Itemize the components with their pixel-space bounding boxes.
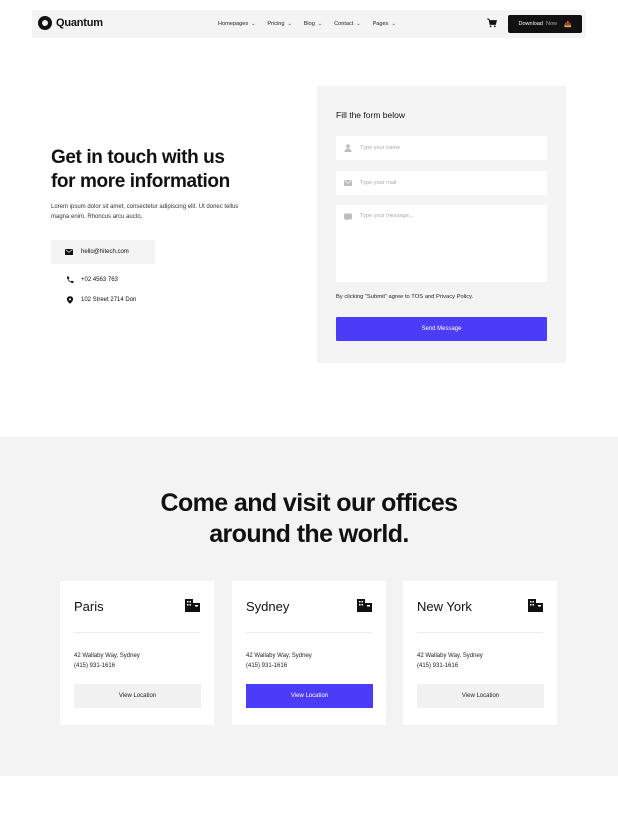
form-title: Fill the form below xyxy=(336,110,405,120)
quantum-logo-icon xyxy=(38,16,52,30)
offices-title-line1: Come and visit our offices xyxy=(160,489,459,517)
office-address: 42 Wallaby Way, Sydney xyxy=(417,653,483,659)
offices-title-line2: around the world. xyxy=(209,520,409,548)
office-address-block: 42 Wallaby Way, Sydney (415) 931-1616 xyxy=(246,651,312,671)
building-icon xyxy=(185,599,200,612)
chevron-down-icon: ⌄ xyxy=(391,21,396,27)
message-icon xyxy=(344,213,352,221)
offices-title: Come and visit our offices around the wo… xyxy=(0,488,618,550)
menu-item-label: Pricing xyxy=(267,21,285,27)
building-icon xyxy=(357,599,372,612)
name-placeholder: Type your name xyxy=(360,145,401,151)
mail-placeholder: Type your mail xyxy=(360,180,397,186)
email-text: hello@hitech.com xyxy=(81,249,129,255)
office-city: Sydney xyxy=(246,599,290,614)
hero-title-line2: for more information xyxy=(51,171,230,192)
phone-text: +02 4563 763 xyxy=(81,277,118,283)
divider xyxy=(246,632,372,633)
contact-form-card: Fill the form below Type your name Type … xyxy=(317,86,566,363)
office-card-new-york: New York 42 Wallaby Way, Sydney (415) 93… xyxy=(403,581,557,725)
view-location-button-paris[interactable]: View Location xyxy=(74,684,201,708)
office-address: 42 Wallaby Way, Sydney xyxy=(246,653,312,659)
hero-subtitle: Lorem ipsum dolor sit amet, consectetur … xyxy=(51,204,239,220)
offices-section: Come and visit our offices around the wo… xyxy=(0,437,618,776)
phone-icon xyxy=(66,276,74,284)
mail-icon xyxy=(344,180,352,186)
office-city: New York xyxy=(417,599,472,614)
menu-item-label: Homepages xyxy=(218,21,249,27)
chevron-down-icon: ⌄ xyxy=(251,21,256,27)
office-address-block: 42 Wallaby Way, Sydney (415) 931-1616 xyxy=(74,651,140,671)
send-message-button[interactable]: Send Message xyxy=(336,317,547,341)
location-pin-icon xyxy=(66,296,74,304)
building-icon xyxy=(528,599,543,612)
top-navbar: Quantum Homepages ⌄ Pricing ⌄ Blog ⌄ Contac… xyxy=(32,10,586,38)
menu-item-label: Blog xyxy=(303,21,315,27)
office-phone: (415) 931-1616 xyxy=(74,663,116,669)
menu-item-pages[interactable]: Pages ⌄ xyxy=(373,21,396,27)
hero-title: Get in touch with us for more informatio… xyxy=(51,146,281,194)
office-address: 42 Wallaby Way, Sydney xyxy=(74,653,140,659)
message-placeholder: Type your message... xyxy=(360,213,414,219)
main-menu: Homepages ⌄ Pricing ⌄ Blog ⌄ Contact ⌄ Pages… xyxy=(218,10,396,38)
download-suffix: Now xyxy=(545,21,557,27)
person-icon xyxy=(344,144,352,152)
office-phone: (415) 931-1616 xyxy=(246,663,288,669)
hero-title-line1: Get in touch with us xyxy=(51,147,225,168)
menu-item-contact[interactable]: Contact ⌄ xyxy=(334,21,360,27)
office-card-paris: Paris 42 Wallaby Way, Sydney (415) 931-1… xyxy=(60,581,214,725)
mail-icon xyxy=(65,249,73,255)
view-location-button-sydney[interactable]: View Location xyxy=(246,684,373,708)
office-phone: (415) 931-1616 xyxy=(417,663,459,669)
menu-item-pricing[interactable]: Pricing ⌄ xyxy=(267,21,291,27)
terms-text: By clicking “Submit” agree to TOS and Pr… xyxy=(336,294,474,300)
contact-email[interactable]: hello@hitech.com xyxy=(51,240,155,264)
brand-logo[interactable]: Quantum xyxy=(38,16,103,30)
office-address-block: 42 Wallaby Way, Sydney (415) 931-1616 xyxy=(417,651,483,671)
contact-address[interactable]: 102 Street 2714 Don xyxy=(66,296,136,304)
chevron-down-icon: ⌄ xyxy=(287,21,292,27)
menu-item-homepages[interactable]: Homepages ⌄ xyxy=(218,21,255,27)
divider xyxy=(417,632,543,633)
menu-item-blog[interactable]: Blog ⌄ xyxy=(304,21,322,27)
contact-phone[interactable]: +02 4563 763 xyxy=(66,276,118,284)
view-location-button-new-york[interactable]: View Location xyxy=(417,684,544,708)
brand-name: Quantum xyxy=(56,17,103,29)
divider xyxy=(74,632,200,633)
download-label: Download xyxy=(518,21,543,27)
message-field[interactable]: Type your message... xyxy=(336,205,547,282)
download-now-button[interactable]: Download Now 📥 xyxy=(508,15,582,33)
download-icon: 📥 xyxy=(564,21,572,28)
menu-item-label: Pages xyxy=(372,21,389,27)
mail-field[interactable]: Type your mail xyxy=(336,171,547,195)
office-city: Paris xyxy=(74,599,104,614)
menu-item-label: Contact xyxy=(334,21,354,27)
chevron-down-icon: ⌄ xyxy=(356,21,361,27)
chevron-down-icon: ⌄ xyxy=(317,21,323,27)
address-text: 102 Street 2714 Don xyxy=(81,297,137,303)
name-field[interactable]: Type your name xyxy=(336,136,547,160)
office-card-sydney: Sydney 42 Wallaby Way, Sydney (415) 931-… xyxy=(232,581,386,725)
cart-icon[interactable] xyxy=(487,18,497,28)
